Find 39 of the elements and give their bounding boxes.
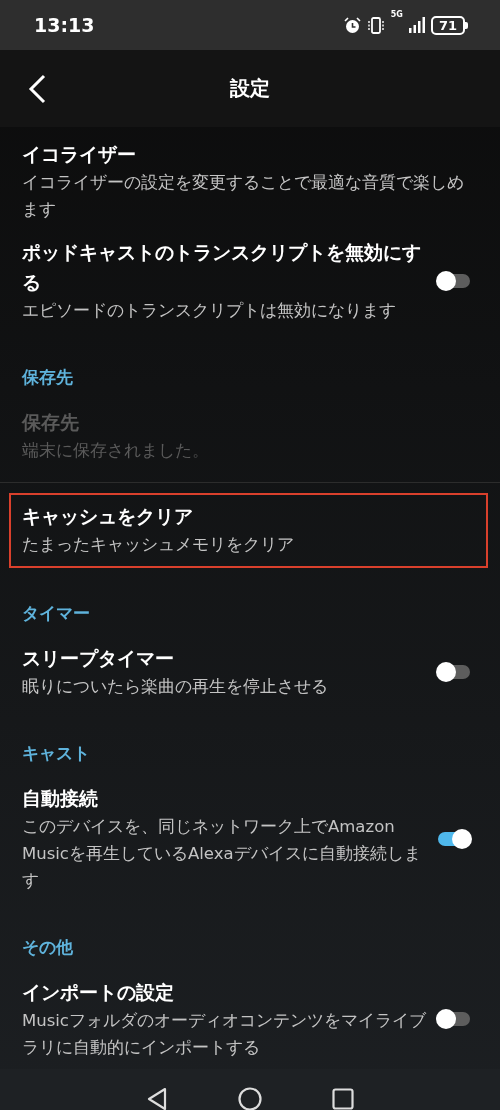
toggle-switch[interactable] [438,273,470,288]
toggle-switch[interactable] [438,664,470,679]
section-header: その他 [21,936,74,959]
setting-title: 保存先 [22,410,80,435]
setting-description: たまったキャッシュメモリをクリア [22,534,295,556]
setting-title: ポッドキャストのトランスクリプトを無効にする [22,240,422,295]
toggle-switch[interactable] [438,1012,470,1026]
setting-description: イコライザーの設定を変更することで最適な音質で楽しめます [22,172,465,221]
signal-icon [408,17,425,33]
section-header: キャスト [21,742,91,765]
setting-title: インポートの設定 [22,980,175,1005]
page-title: 設定 [230,75,270,102]
setting-row[interactable]: インポートの設定 Musicフォルダのオーディオコンテンツをマイライブラリに自動的にインポートする [0,971,492,1069]
section-header: タイマー [21,602,91,625]
setting-row[interactable]: イコライザー イコライザーの設定を変更することで最適な音質で楽しめます [0,133,492,231]
setting-description: エピソードのトランスクリプトは無効になります [22,300,397,322]
recents-nav-button[interactable] [332,1088,354,1110]
toggle-switch[interactable] [438,831,470,846]
status-time: 13:13 [34,14,95,36]
alarm-icon [343,16,361,34]
battery-indicator: 71 [430,15,468,35]
highlighted-setting-row[interactable]: キャッシュをクリア たまったキャッシュメモリをクリア [9,493,488,568]
setting-title: イコライザー [22,142,137,167]
back-button[interactable] [26,74,48,104]
back-nav-button[interactable] [146,1087,168,1110]
setting-row[interactable]: スリープタイマー 眠りについたら楽曲の再生を停止させる [0,637,492,708]
setting-description: Musicフォルダのオーディオコンテンツをマイライブラリに自動的にインポートする [22,1010,426,1059]
vibrate-icon [366,16,385,34]
setting-description: 眠りについたら楽曲の再生を停止させる [22,676,329,698]
setting-title: スリープタイマー [22,646,175,671]
home-nav-button[interactable] [238,1087,262,1110]
setting-description: このデバイスを、同じネットワーク上でAmazon Musicを再生しているAlexaデバイスに自動接続します [22,816,422,892]
network-label: 5G [390,9,403,19]
setting-row[interactable]: ポッドキャストのトランスクリプトを無効にする エピソードのトランスクリプトは無効になります [0,231,492,332]
setting-row[interactable]: 自動接続 このデバイスを、同じネットワーク上でAmazon Musicを再生しているAlexaデバイスに自動接続します [0,777,492,902]
setting-title: 自動接続 [22,786,99,811]
setting-title: キャッシュをクリア [22,504,194,529]
section-header: 保存先 [21,366,74,389]
setting-description: 端末に保存されました。 [22,440,210,462]
